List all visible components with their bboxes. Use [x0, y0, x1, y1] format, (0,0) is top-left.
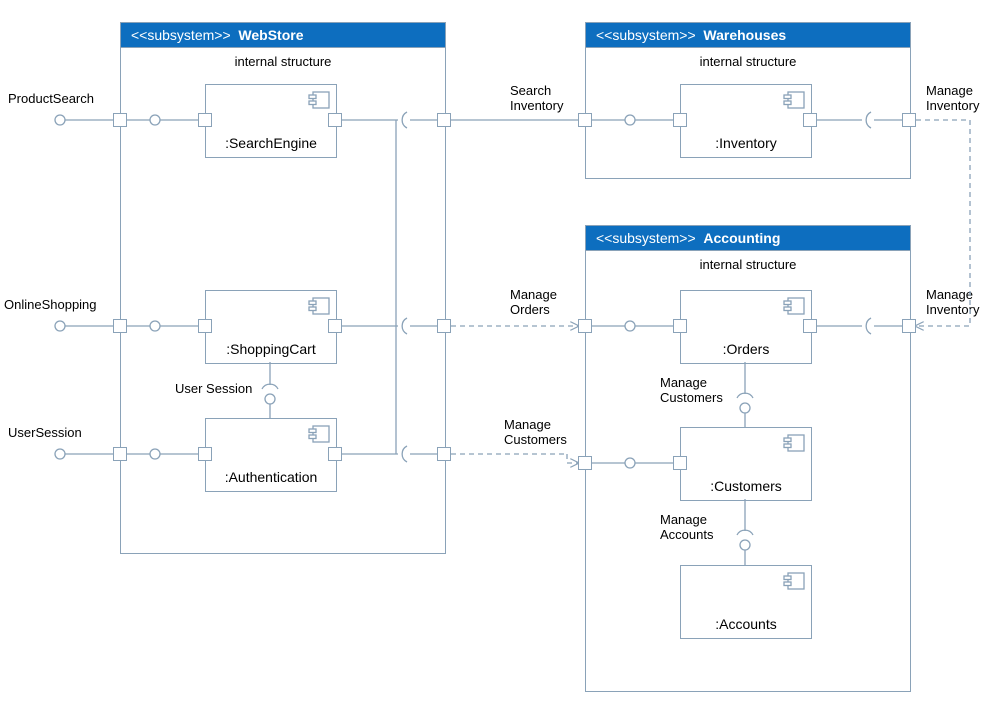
uml-diagram: <<subsystem>> WebStore internal structur… [0, 0, 1000, 707]
connectors-layer [0, 0, 1000, 707]
